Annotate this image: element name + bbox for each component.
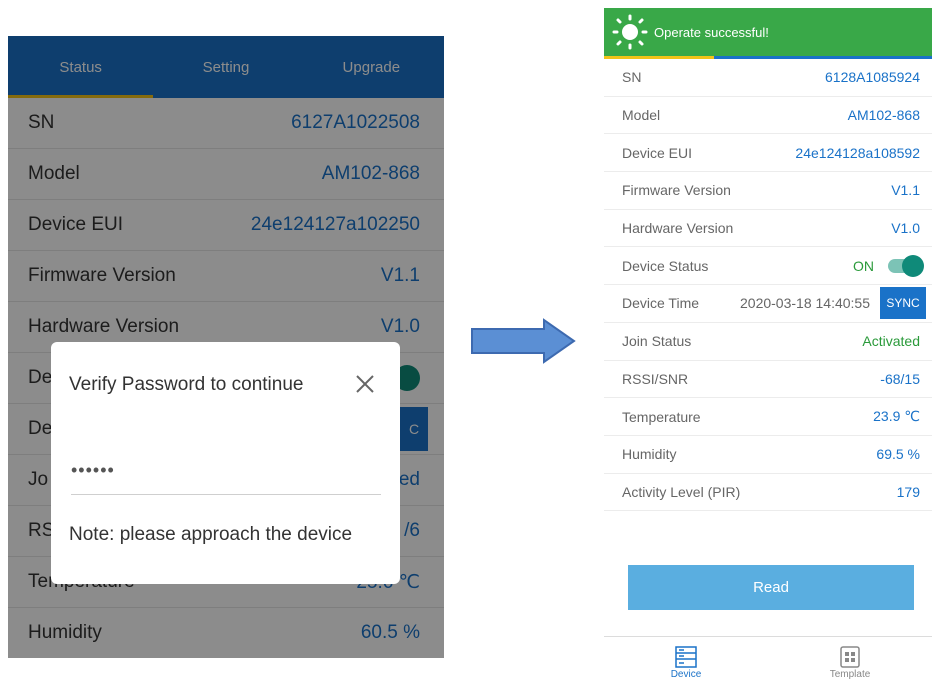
row-value: -68/15 — [880, 370, 920, 387]
template-icon — [840, 646, 860, 668]
toast-message: Operate successful! — [654, 24, 769, 40]
row-label: Device Status — [622, 257, 709, 274]
nav-label: Template — [829, 669, 871, 680]
row-value: 24e124128a108592 — [795, 144, 920, 161]
device-list-icon — [675, 646, 697, 668]
password-input[interactable]: •••••• — [71, 446, 381, 495]
read-button[interactable]: Read — [628, 565, 914, 610]
row-label: SN — [622, 69, 642, 86]
bottom-nav: Device Template — [604, 636, 932, 689]
status-control: ON — [853, 254, 924, 277]
row-label: Join Status — [622, 333, 692, 350]
right-phone-screen: Operate successful! SN 6128A1085924 Mode… — [604, 8, 932, 688]
row-value: 6128A1085924 — [825, 69, 920, 86]
row-firmware: Firmware Version V1.1 — [604, 172, 932, 210]
sun-icon — [612, 14, 648, 50]
row-value: Activated — [862, 333, 920, 350]
row-join-status: Join Status Activated — [604, 323, 932, 361]
row-sn: SN 6128A1085924 — [604, 59, 932, 97]
status-list: SN 6128A1085924 Model AM102-868 Device E… — [604, 59, 932, 512]
verify-password-dialog: Verify Password to continue •••••• Note:… — [51, 342, 400, 584]
status-value: ON — [853, 257, 874, 274]
row-device-time: Device Time 2020-03-18 14:40:55 SYNC — [604, 285, 932, 323]
row-label: Hardware Version — [622, 220, 734, 237]
row-label: Activity Level (PIR) — [622, 483, 741, 500]
row-label: Temperature — [622, 408, 701, 425]
row-hardware: Hardware Version V1.0 — [604, 210, 932, 248]
row-activity-level: Activity Level (PIR) 179 — [604, 474, 932, 512]
row-value: AM102-868 — [847, 107, 920, 124]
nav-template[interactable]: Template — [768, 637, 932, 689]
close-icon[interactable] — [351, 370, 379, 398]
status-toggle[interactable] — [888, 254, 924, 277]
row-rssi: RSSI/SNR -68/15 — [604, 361, 932, 399]
row-device-status: Device Status ON — [604, 247, 932, 286]
row-model: Model AM102-868 — [604, 97, 932, 135]
row-label: Device EUI — [622, 144, 693, 161]
nav-label: Device — [670, 669, 702, 680]
row-label: Device Time — [622, 295, 700, 312]
dialog-title: Verify Password to continue — [69, 374, 304, 395]
dialog-note: Note: please approach the device — [69, 524, 353, 545]
nav-device[interactable]: Device — [604, 637, 768, 689]
row-value: 23.9 ℃ — [873, 408, 920, 425]
success-toast: Operate successful! — [604, 8, 932, 56]
row-temperature: Temperature 23.9 ℃ — [604, 398, 932, 436]
row-humidity: Humidity 69.5 % — [604, 436, 932, 474]
row-value: V1.0 — [891, 220, 920, 237]
row-label: Firmware Version — [622, 182, 731, 199]
row-label: RSSI/SNR — [622, 370, 689, 387]
arrow-right-icon — [471, 318, 576, 364]
row-value: 179 — [896, 483, 920, 500]
time-control: 2020-03-18 14:40:55 SYNC — [740, 287, 926, 320]
time-value: 2020-03-18 14:40:55 — [740, 295, 870, 312]
row-value: V1.1 — [891, 182, 920, 199]
row-device-eui: Device EUI 24e124128a108592 — [604, 134, 932, 173]
row-label: Model — [622, 107, 661, 124]
row-label: Humidity — [622, 446, 677, 463]
row-value: 69.5 % — [876, 446, 920, 463]
sync-button[interactable]: SYNC — [880, 287, 926, 320]
